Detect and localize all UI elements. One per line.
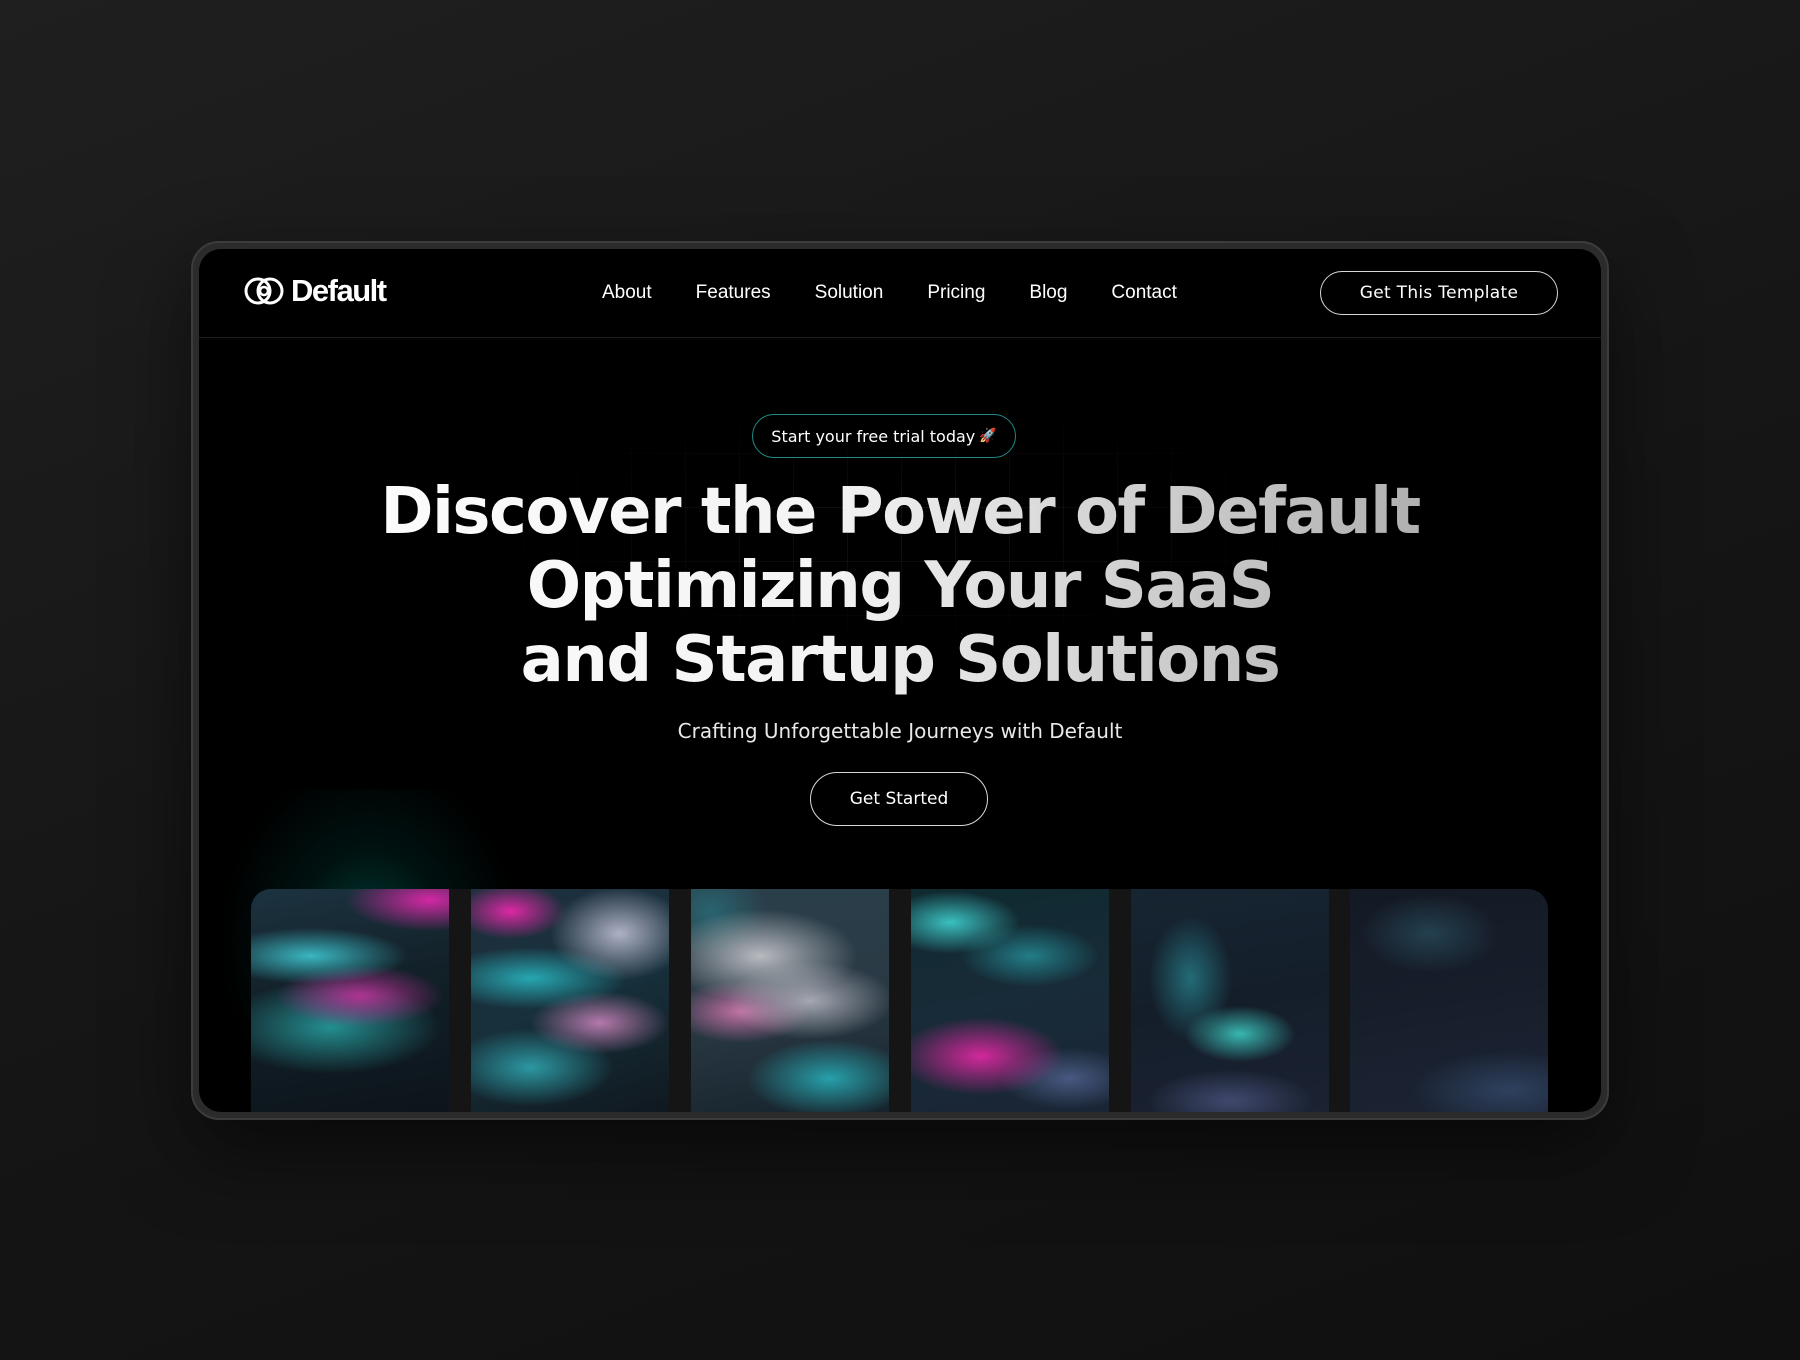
gallery-tile-4 <box>911 889 1109 1112</box>
free-trial-badge-label: Start your free trial today <box>771 426 976 446</box>
gallery-tile-2 <box>471 889 669 1112</box>
gallery-divider <box>1329 889 1350 1112</box>
hero-headline: Discover the Power of Default Optimizing… <box>199 475 1601 697</box>
nav-link-about[interactable]: About <box>602 282 652 304</box>
hero-subtitle: Crafting Unforgettable Journeys with Def… <box>677 719 1123 743</box>
gallery-tile-1 <box>251 889 449 1112</box>
brand-name: Default <box>291 273 387 308</box>
gallery-divider <box>889 889 911 1112</box>
free-trial-badge[interactable]: Start your free trial today 🚀 <box>752 414 1016 458</box>
gallery-tile-6 <box>1350 889 1548 1112</box>
gallery-tile-3 <box>691 889 889 1112</box>
brand-logo[interactable]: Default <box>243 273 387 309</box>
nav-link-blog[interactable]: Blog <box>1029 282 1067 304</box>
headline-line-1: Discover the Power of Default <box>380 475 1420 549</box>
gallery-divider <box>1109 889 1131 1112</box>
nav-link-features[interactable]: Features <box>696 282 771 304</box>
get-started-button[interactable]: Get Started <box>810 772 988 826</box>
nav-link-solution[interactable]: Solution <box>815 282 884 304</box>
abstract-gallery <box>251 889 1548 1112</box>
gallery-divider <box>449 889 471 1112</box>
get-template-button[interactable]: Get This Template <box>1320 271 1558 315</box>
headline-line-2: Optimizing Your SaaS <box>526 549 1274 623</box>
browser-screen: Default About Features Solution Pricing … <box>199 249 1601 1112</box>
nav-link-pricing[interactable]: Pricing <box>927 282 985 304</box>
gallery-divider <box>669 889 691 1112</box>
navbar: Default About Features Solution Pricing … <box>199 249 1601 338</box>
headline-line-3: and Startup Solutions <box>520 623 1280 697</box>
gallery-tile-5 <box>1131 889 1329 1112</box>
linked-rings-logo-icon <box>244 277 284 305</box>
main-menu: About Features Solution Pricing Blog Con… <box>602 249 1221 337</box>
nav-link-contact[interactable]: Contact <box>1111 282 1176 304</box>
rocket-icon: 🚀 <box>979 428 997 444</box>
